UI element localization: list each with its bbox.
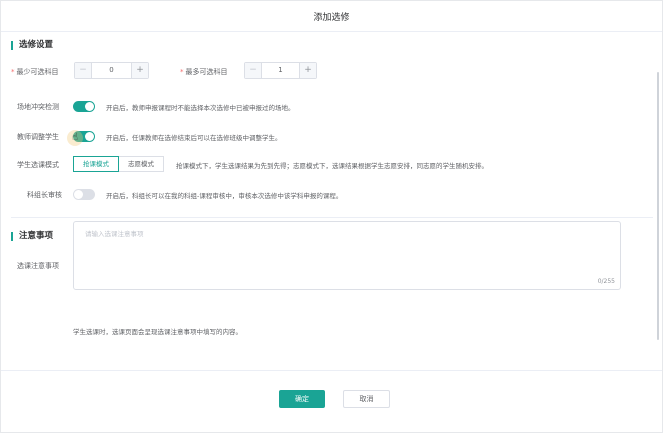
max-decrease-button[interactable]: − [245, 63, 262, 78]
min-courses-label: * 最少可选科目 [11, 68, 59, 76]
venue-conflict-label: 场地冲突检测 [17, 103, 59, 111]
venue-conflict-hint: 开启后，教师申报课程时不能选择本次选修中已被申报过的场地。 [106, 104, 295, 112]
dialog-title: 添加选修 [313, 13, 350, 23]
min-courses-stepper[interactable]: − 0 + [74, 62, 149, 79]
mode-preference-button[interactable]: 志愿模式 [119, 156, 164, 172]
max-courses-label: * 最多可选科目 [180, 68, 228, 76]
min-decrease-button[interactable]: − [75, 63, 92, 78]
cancel-button[interactable]: 取消 [343, 390, 390, 408]
max-increase-button[interactable]: + [299, 63, 316, 78]
section-title-settings: 选修设置 [11, 41, 53, 50]
leader-review-label: 科组长审核 [27, 191, 62, 199]
selection-mode-group: 抢课模式 志愿模式 [73, 156, 164, 172]
venue-conflict-switch[interactable] [73, 101, 95, 112]
notes-tip: 学生选课时，选课页面会呈现选课注意事项中填写的内容。 [73, 328, 242, 336]
notes-placeholder: 请输入选课注意事项 [85, 230, 144, 238]
dialog-body[interactable]: 选修设置 * 最少可选科目 − 0 + * 最多可选科目 − 1 + 场地冲突检测 … [1, 32, 662, 370]
section-title-notes: 注意事项 [11, 232, 53, 241]
selection-mode-hint: 抢课模式下，学生选课结果为先到先得；志愿模式下，选课结果根据学生志愿安排，同志愿… [176, 162, 488, 170]
confirm-button[interactable]: 确定 [279, 390, 325, 408]
dialog-header: 添加选修 [1, 1, 662, 32]
min-courses-value[interactable]: 0 [92, 63, 131, 78]
dialog-footer: 确定 取消 [1, 370, 662, 432]
notes-textarea[interactable]: 请输入选课注意事项 0/255 [73, 221, 621, 290]
selection-mode-label: 学生选课模式 [17, 161, 59, 169]
add-elective-dialog: 添加选修 选修设置 * 最少可选科目 − 0 + * 最多可选科目 − 1 + 场地… [0, 0, 663, 433]
teacher-adjust-label: 教师调整学生 [17, 133, 59, 141]
max-courses-value[interactable]: 1 [262, 63, 299, 78]
notes-char-counter: 0/255 [597, 278, 615, 285]
max-courses-stepper[interactable]: − 1 + [244, 62, 317, 79]
leader-review-hint: 开启后，科组长可以在我的科组-课程审核中，审核本次选修中该学科申报的课程。 [106, 192, 343, 200]
teacher-adjust-hint: 开启后，任课教师在选修结束后可以在选修班级中调整学生。 [106, 134, 282, 142]
mode-first-come-button[interactable]: 抢课模式 [73, 156, 119, 172]
hand-pointer-icon: ☝ [72, 132, 79, 143]
leader-review-switch[interactable] [73, 189, 95, 200]
notes-label: 选课注意事项 [17, 262, 59, 270]
scrollbar[interactable] [657, 72, 659, 340]
section-divider [11, 217, 653, 218]
min-increase-button[interactable]: + [131, 63, 148, 78]
